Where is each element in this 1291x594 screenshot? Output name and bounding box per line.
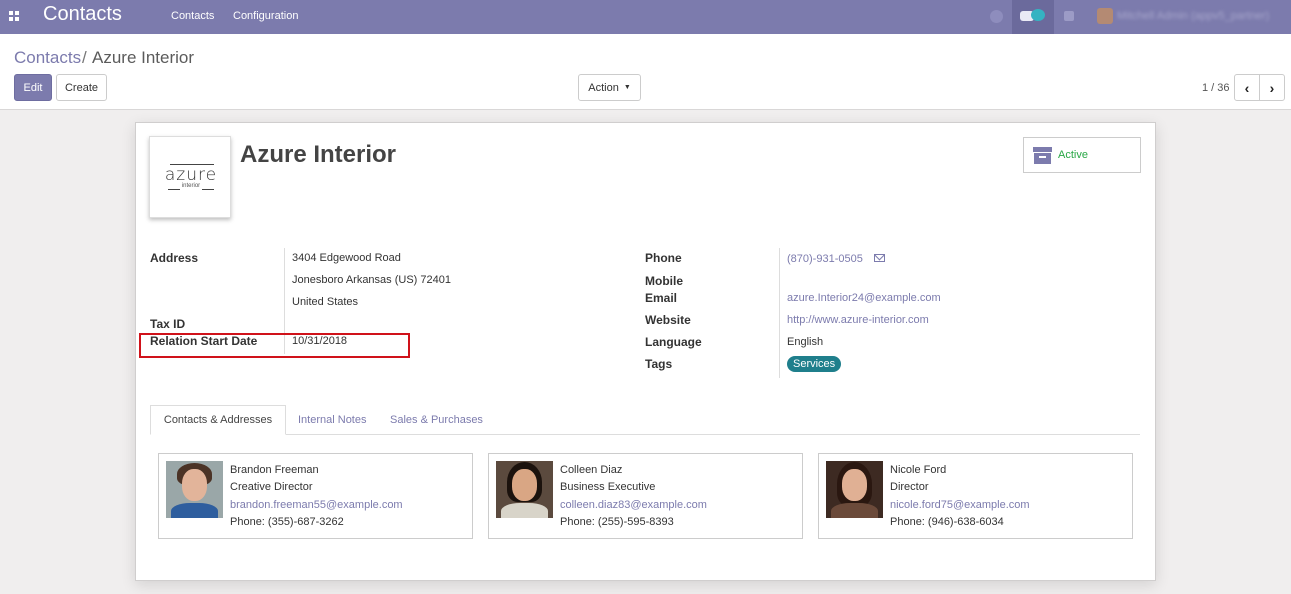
language-label: Language (645, 335, 702, 349)
contact-role: Director (890, 481, 929, 493)
email-label: Email (645, 291, 678, 305)
breadcrumb-current: Azure Interior (92, 48, 195, 67)
edit-button[interactable]: Edit (14, 74, 52, 101)
company-logo[interactable]: azure interior (149, 136, 231, 218)
app-title: Contacts (43, 3, 122, 25)
contact-email[interactable]: colleen.diaz83@example.com (560, 499, 707, 511)
contact-photo (826, 461, 883, 518)
tax-id-label: Tax ID (150, 317, 186, 331)
contact-card[interactable]: Colleen Diaz Business Executive colleen.… (488, 453, 803, 539)
tags-label: Tags (645, 357, 673, 371)
active-label: Active (1058, 149, 1088, 161)
apps-menu-icon[interactable] (9, 11, 20, 22)
contact-role: Business Executive (560, 481, 656, 493)
systray-icon[interactable] (990, 10, 1003, 23)
contact-name: Brandon Freeman (230, 464, 319, 476)
chat-icon[interactable] (1020, 9, 1046, 23)
record-title: Azure Interior (240, 141, 397, 168)
contact-phone: Phone: (946)-638-6034 (890, 516, 1004, 528)
action-dropdown[interactable]: Action ▼ (578, 74, 641, 101)
user-avatar[interactable] (1097, 8, 1113, 24)
top-navbar: Contacts Contacts Configuration Mitchell… (0, 0, 1291, 34)
pager-next-button[interactable]: › (1259, 74, 1285, 101)
phone-value[interactable]: (870)-931-0505 (787, 253, 863, 265)
activity-icon[interactable] (1064, 11, 1074, 21)
menu-configuration[interactable]: Configuration (233, 10, 298, 22)
pager-previous-button[interactable]: ‹ (1234, 74, 1260, 101)
sms-envelope-icon[interactable] (874, 254, 885, 262)
logo-text: azure (164, 165, 218, 185)
contact-name: Colleen Diaz (560, 464, 623, 476)
tab-contacts-addresses[interactable]: Contacts & Addresses (150, 405, 286, 435)
tab-sales-purchases[interactable]: Sales & Purchases (390, 405, 483, 435)
contact-phone: Phone: (255)-595-8393 (560, 516, 674, 528)
tag-badge[interactable]: Services (787, 356, 842, 372)
menu-contacts[interactable]: Contacts (171, 10, 214, 22)
pager-value[interactable]: 1 / 36 (1202, 82, 1230, 94)
street-value: 3404 Edgewood Road (292, 252, 401, 264)
contact-name: Nicole Ford (890, 464, 947, 476)
contact-photo (496, 461, 553, 518)
mobile-label: Mobile (645, 274, 683, 288)
city-value: Jonesboro Arkansas (US) 72401 (292, 274, 451, 286)
contact-email[interactable]: brandon.freeman55@example.com (230, 499, 403, 511)
breadcrumb-root[interactable]: Contacts (14, 48, 81, 68)
contact-role: Creative Director (230, 481, 313, 493)
contact-card[interactable]: Nicole Ford Director nicole.ford75@examp… (818, 453, 1133, 539)
logo-line-right (202, 189, 214, 190)
website-label: Website (645, 313, 691, 327)
contact-card[interactable]: Brandon Freeman Creative Director brando… (158, 453, 473, 539)
right-group-divider (779, 248, 780, 378)
logo-subtext: interior (181, 183, 201, 189)
highlight-box (139, 333, 410, 358)
logo-line-left (168, 189, 180, 190)
phone-label: Phone (645, 251, 682, 265)
email-value[interactable]: azure.Interior24@example.com (787, 292, 941, 304)
contact-email[interactable]: nicole.ford75@example.com (890, 499, 1030, 511)
country-value: United States (292, 296, 359, 308)
language-value: English (787, 336, 824, 348)
contact-phone: Phone: (355)-687-3262 (230, 516, 344, 528)
breadcrumb-separator: / (82, 48, 87, 67)
create-button[interactable]: Create (56, 74, 107, 101)
user-menu[interactable]: Mitchell Admin (appv5_partner) (1117, 10, 1277, 22)
tab-internal-notes[interactable]: Internal Notes (298, 405, 366, 435)
control-panel: Contacts / Azure Interior Edit Create Ac… (0, 34, 1291, 110)
archive-icon (1033, 147, 1052, 164)
action-label: Action (588, 81, 619, 94)
contact-photo (166, 461, 223, 518)
address-label: Address (150, 251, 199, 265)
website-value[interactable]: http://www.azure-interior.com (787, 314, 929, 326)
caret-down-icon: ▼ (623, 84, 631, 91)
active-toggle-button[interactable]: Active (1023, 137, 1141, 173)
